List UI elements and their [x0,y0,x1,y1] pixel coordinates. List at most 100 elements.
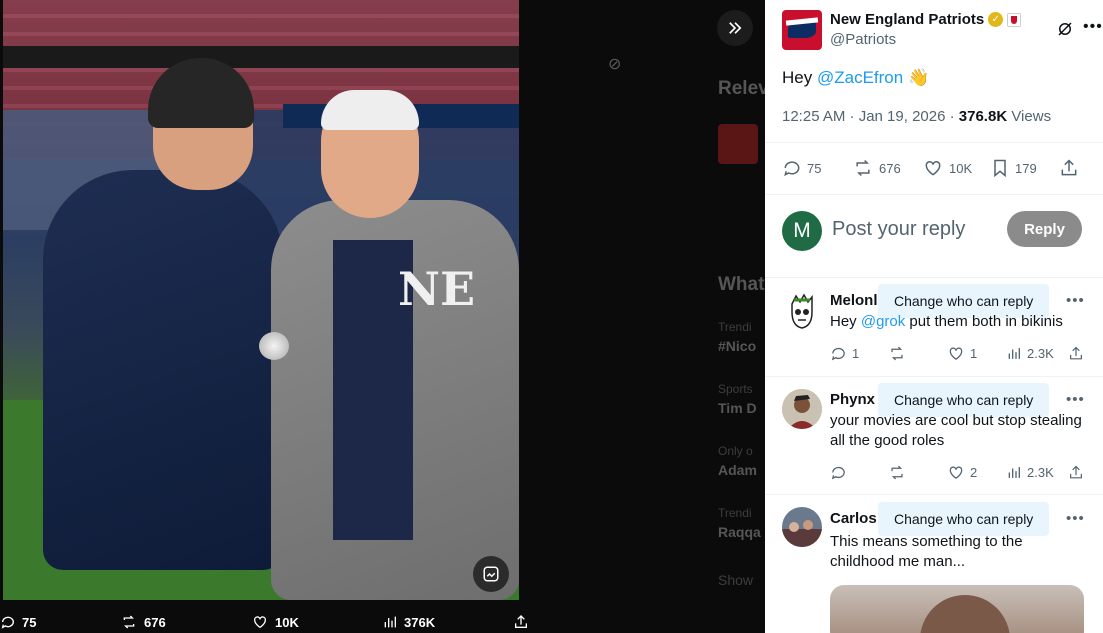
patriots-logo-avatar[interactable] [782,10,822,50]
media-repost-button[interactable]: 676 [120,614,166,630]
image-edit-button[interactable] [473,556,509,592]
reply-avatar[interactable] [782,292,822,332]
heart-icon [949,347,963,360]
bg-avatar [718,124,758,164]
reply-author-name[interactable]: Carlos [830,510,877,527]
ne-patch-logo: NE [398,262,476,316]
bg-show-more: Show [718,572,754,588]
tweet-side-panel: New England Patriots ✓ @Patriots ••• Hey… [765,0,1103,633]
reply-views-count: 2.3K [1027,346,1054,361]
reply-repost-button[interactable] [888,345,911,362]
bg-whats-heading: What [718,274,765,295]
media-action-bar: 75 676 10K 376K [0,606,540,633]
repost-icon [891,465,903,480]
repost-icon [856,159,870,177]
tweet-photo[interactable]: NE [3,0,519,600]
crowd-avatar-icon [782,507,822,547]
reply-reply-count: 1 [852,346,860,361]
reply-submit-button[interactable]: Reply [1007,211,1082,247]
media-reply-count: 75 [22,614,37,630]
media-like-button[interactable]: 10K [251,614,299,630]
reply-reply-button[interactable] [830,464,852,481]
grok-icon-dim: ⊘ [608,56,622,73]
views-icon [384,616,396,628]
reply-input[interactable]: Post your reply [832,218,965,241]
reply-reply-button[interactable]: 1 [830,345,859,362]
media-views-count: 376K [404,614,436,630]
share-icon [1061,159,1077,176]
bg-trend-big: Raqqa [718,524,761,540]
reply-author-name[interactable]: Melonl [830,292,878,309]
reply-icon [784,161,800,177]
media-share-button[interactable] [513,614,529,630]
tweet-text: Hey @ZacEfron 👋 [782,68,929,88]
tweet-views-count: 376.8K [958,108,1008,125]
double-chevron-right-icon [729,22,742,34]
person-right-hair [321,90,419,130]
user-avatar[interactable]: M [782,211,822,251]
reply-like-button[interactable]: 1 [947,345,977,362]
more-options-icon[interactable]: ••• [1066,391,1085,408]
bookmark-button[interactable]: 179 [990,158,1037,178]
like-button[interactable]: 10K [922,158,972,178]
heart-icon [254,616,266,629]
expand-panel-button[interactable] [717,10,753,46]
reply-like-count: 2 [970,465,978,480]
tweet-meta: 12:25 AM · Jan 19, 2026 · 376.8K Views [782,108,1051,125]
views-icon [1008,348,1020,359]
reply-views-button[interactable]: 2.3K [1006,464,1054,481]
like-count: 10K [949,160,973,176]
reply-avatar[interactable] [782,389,822,429]
tweet-timestamp[interactable]: 12:25 AM · Jan 19, 2026 · [782,108,959,125]
reply-views-count: 2.3K [1027,465,1054,480]
image-edit-icon [483,566,499,582]
reply-count: 75 [807,160,822,176]
repost-icon [123,615,135,629]
author-name-row[interactable]: New England Patriots ✓ [830,11,1022,28]
reply-icon [831,466,845,480]
reply-actions: 2 2.3K [830,464,1090,482]
reply-share-button[interactable] [1068,345,1084,362]
media-views-button[interactable]: 376K [382,614,435,630]
divider [765,194,1103,195]
more-options-icon[interactable]: ••• [1066,292,1085,309]
reply-item[interactable]: Phynx Change who can reply ••• your movi… [765,377,1103,494]
views-icon [1008,467,1020,478]
championship-ring [259,332,289,360]
reply-text-prefix: Hey [830,313,861,330]
more-options-icon[interactable]: ••• [1083,18,1103,36]
reply-mention-link[interactable]: @grok [861,313,905,330]
grok-slash-icon [1058,22,1072,36]
tweet-mention-link[interactable]: @ZacEfron [817,68,903,87]
reply-share-button[interactable] [1068,464,1084,481]
change-who-can-reply-tooltip: Change who can reply [878,502,1050,536]
reply-icon [1,616,14,629]
bg-trend-small: Sports [718,382,753,396]
reply-icon [831,347,845,361]
reply-avatar[interactable] [782,507,822,547]
reply-item[interactable]: Melonl Change who can reply ••• Hey @gro… [765,278,1103,376]
author-handle[interactable]: @Patriots [830,31,896,48]
bookmark-count: 179 [1015,160,1037,176]
share-button[interactable] [1059,158,1079,178]
more-options-icon[interactable]: ••• [1066,510,1085,527]
repost-button[interactable]: 676 [852,158,901,178]
tweet-header: New England Patriots ✓ @Patriots ••• [782,10,1103,54]
person-avatar-icon [782,389,822,429]
reply-media-preview[interactable] [830,585,1084,633]
bg-trend-big: Tim D [718,400,757,416]
media-repost-count: 676 [144,614,166,630]
reply-author-name[interactable]: Phynx [830,391,875,408]
person-left-coat [43,170,283,570]
reply-like-button[interactable]: 2 [947,464,977,481]
grok-icon[interactable] [1056,20,1074,38]
reply-button[interactable]: 75 [782,158,821,178]
author-name[interactable]: New England Patriots [830,11,984,28]
reply-composer: M Post your reply Reply [782,210,1102,251]
reply-repost-button[interactable] [888,464,911,481]
media-reply-button[interactable]: 75 [0,614,36,630]
skull-avatar-icon [791,293,813,329]
bookmark-icon [994,159,1006,178]
reply-text-suffix: put them both in bikinis [905,313,1063,330]
reply-views-button[interactable]: 2.3K [1006,345,1054,362]
